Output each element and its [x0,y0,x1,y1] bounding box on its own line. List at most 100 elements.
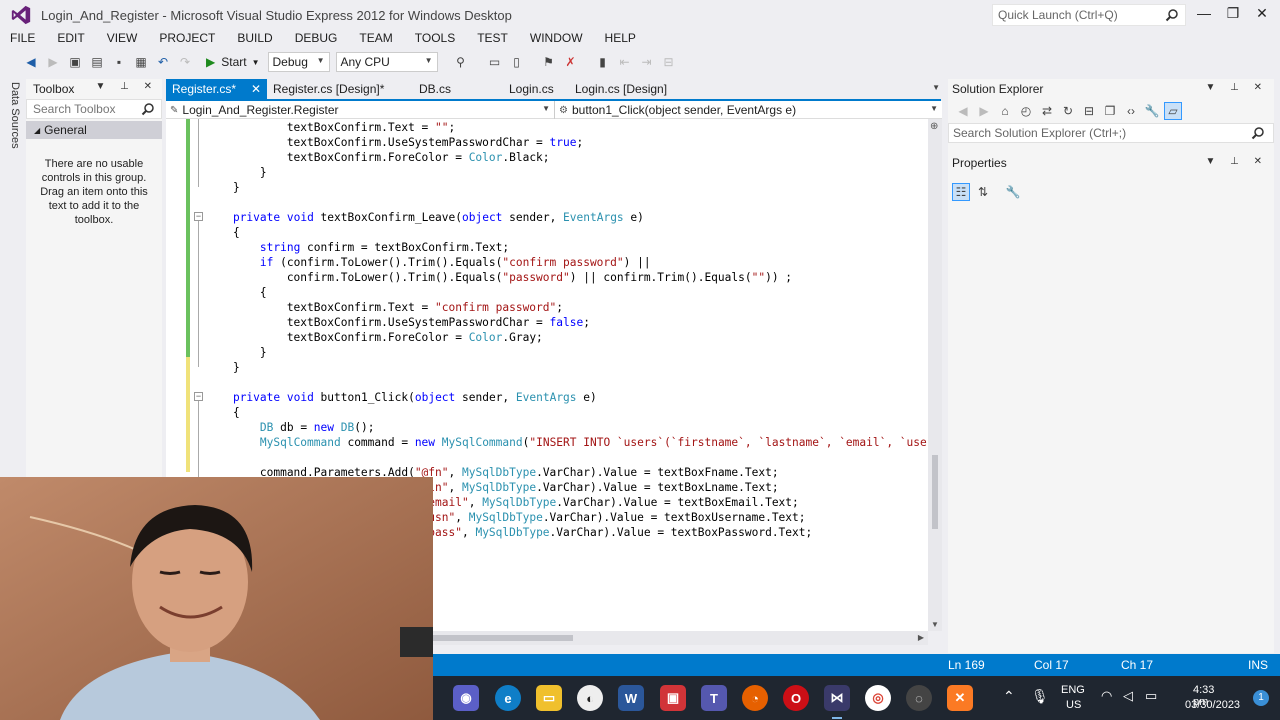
quick-launch-input[interactable]: Quick Launch (Ctrl+Q) [992,4,1186,26]
redo-icon[interactable]: ↷ [176,53,194,71]
microphone-icon[interactable]: 🎙 [1031,688,1049,705]
data-sources-tab[interactable]: Data Sources [9,82,21,149]
next-bookmark-icon[interactable]: ⇥ [638,53,656,71]
meet-icon[interactable]: ◉ [453,685,479,711]
xampp-icon[interactable]: ✕ [947,685,973,711]
uncomment-icon[interactable]: ▯ [508,53,526,71]
categorized-icon[interactable]: ☷ [952,183,970,201]
pending-changes-icon[interactable]: ◴ [1017,102,1035,120]
edge-browser-icon[interactable]: e [495,685,521,711]
menu-debug[interactable]: DEBUG [285,30,338,48]
toolbox-search-placeholder: Search Toolbox [33,102,116,116]
collapse-icon[interactable]: − [194,212,203,221]
camera-icon[interactable]: ▣ [660,685,686,711]
new-project-icon[interactable]: ▣ [66,53,84,71]
wifi-icon[interactable]: ◠ [1101,688,1112,704]
code-line: } [206,346,267,359]
toolbox-group-general[interactable]: ◢ General [26,121,162,139]
clear-bookmarks-icon[interactable]: ✗ [562,53,580,71]
bookmark-folder-icon[interactable]: ⊟ [660,53,678,71]
refresh-icon[interactable]: ↻ [1059,102,1077,120]
visual-studio-taskbar-icon[interactable]: ⋈ [824,685,850,719]
menu-team[interactable]: TEAM [349,30,392,48]
scroll-thumb[interactable] [433,635,573,641]
minimize-button[interactable]: — [1192,5,1216,25]
file-explorer-icon[interactable]: ▭ [536,685,562,711]
back-icon[interactable]: ◀ [954,102,972,120]
panel-controls-icon[interactable]: ▼ ⊥ ✕ [1205,82,1268,93]
member-select[interactable]: ⚙ button1_Click(object sender, EventArgs… [555,101,942,119]
property-pages-icon[interactable]: 🔧 [1004,183,1022,201]
show-all-files-icon[interactable]: ❐ [1101,102,1119,120]
chrome-icon[interactable]: ◎ [865,685,891,711]
show-hidden-icons-icon[interactable]: ⌃ [1003,688,1015,705]
open-file-icon[interactable]: ▤ [88,53,106,71]
collapse-icon[interactable]: − [194,392,203,401]
tab-register-design[interactable]: Register.cs [Design]* [267,79,413,99]
prev-bookmark-icon[interactable]: ⇤ [616,53,634,71]
view-code-icon[interactable]: ‹› [1122,102,1140,120]
scroll-down-icon[interactable]: ▼ [931,620,939,629]
editor-horizontal-scrollbar[interactable]: ▶ [433,631,928,645]
save-all-icon[interactable]: ▦ [132,53,150,71]
battery-icon[interactable]: ▭ [1145,688,1157,704]
volume-icon[interactable]: ◁ [1123,688,1133,704]
scroll-right-icon[interactable]: ▶ [918,633,924,642]
forward-icon[interactable]: ▶ [44,53,62,71]
menu-project[interactable]: PROJECT [149,30,215,48]
alphabetical-icon[interactable]: ⇅ [974,183,992,201]
menu-test[interactable]: TEST [467,30,508,48]
tab-login-design[interactable]: Login.cs [Design] [569,79,699,99]
bookmark-icon[interactable]: ⚑ [540,53,558,71]
forward-icon[interactable]: ▶ [975,102,993,120]
undo-icon[interactable]: ↶ [154,53,172,71]
language-label[interactable]: ENG [1061,684,1085,696]
region-label[interactable]: US [1066,699,1081,711]
toggle-bookmark-icon[interactable]: ▮ [594,53,612,71]
home-icon[interactable]: ⌂ [996,102,1014,120]
firefox-icon[interactable]: ◔ [742,685,768,711]
configuration-select[interactable]: Debug ▼ [267,52,330,72]
toolbox-search-input[interactable]: Search Toolbox [26,99,162,119]
back-icon[interactable]: ◀ [22,53,40,71]
menu-view[interactable]: VIEW [97,30,138,48]
panel-controls-icon[interactable]: ▼ ⊥ ✕ [1205,156,1268,167]
tab-login-cs[interactable]: Login.cs [503,79,569,99]
start-debugging-button[interactable]: ▶ Start ▼ [206,55,260,69]
menu-build[interactable]: BUILD [227,30,272,48]
windows-taskbar: ◉ e ▭ ◐ W ▣ T ◔ O ⋈ ◎ ◌ ✕ ⌃ 🎙 ENG US ◠ ◁… [433,676,1280,720]
menu-edit[interactable]: EDIT [47,30,84,48]
tab-register-cs[interactable]: Register.cs* ✕ [166,79,267,99]
clock-date[interactable]: 03/30/2023 [1185,699,1240,711]
tabs-dropdown-icon[interactable]: ▼ [932,83,940,92]
menu-help[interactable]: HELP [595,30,636,48]
close-icon[interactable]: ✕ [251,82,261,96]
scroll-thumb[interactable] [932,455,938,529]
menu-file[interactable]: FILE [0,30,35,48]
menu-tools[interactable]: TOOLS [405,30,455,48]
teams-icon[interactable]: T [701,685,727,711]
save-icon[interactable]: ▪ [110,53,128,71]
solution-explorer-search-input[interactable]: Search Solution Explorer (Ctrl+;) [948,123,1274,143]
obs-icon[interactable]: ◌ [906,685,932,711]
editor-vertical-scrollbar[interactable]: ⊕ ▼ [928,119,942,631]
menu-window[interactable]: WINDOW [520,30,583,48]
app-icon[interactable]: ◐ [577,685,603,711]
collapse-all-icon[interactable]: ⊟ [1080,102,1098,120]
preview-icon[interactable]: ▱ [1164,102,1182,120]
tab-db-cs[interactable]: DB.cs [413,79,503,99]
properties-icon[interactable]: 🔧 [1143,102,1161,120]
class-select[interactable]: ✎ Login_And_Register.Register ▼ [166,101,555,119]
find-in-files-icon[interactable]: ⚲ [452,53,470,71]
notifications-badge[interactable]: 1 [1253,690,1269,706]
split-icon[interactable]: ⊕ [930,121,938,132]
panel-controls-icon[interactable]: ▼ ⊥ ✕ [95,81,158,92]
maximize-button[interactable]: ❐ [1221,5,1245,25]
status-char: Ch 17 [1121,658,1154,672]
comment-icon[interactable]: ▭ [486,53,504,71]
opera-icon[interactable]: O [783,685,809,711]
sync-icon[interactable]: ⇄ [1038,102,1056,120]
word-icon[interactable]: W [618,685,644,711]
close-window-button[interactable]: ✕ [1250,5,1274,25]
platform-select[interactable]: Any CPU ▼ [335,52,438,72]
